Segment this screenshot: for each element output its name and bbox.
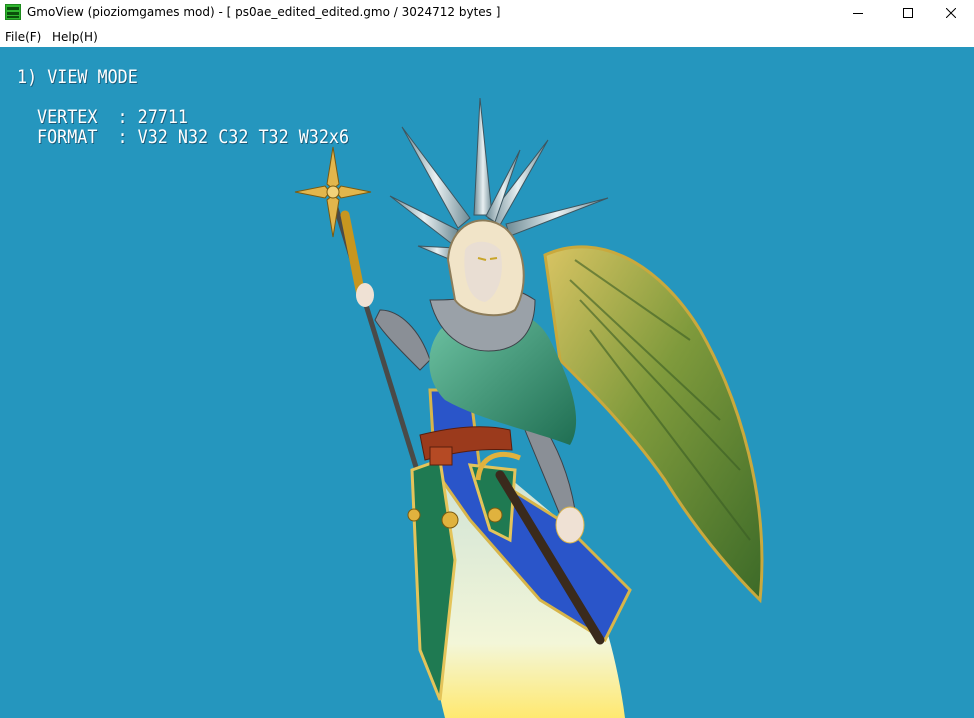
minimize-icon [853,13,863,14]
close-button[interactable] [928,0,974,26]
3d-viewport[interactable]: 1) VIEW MODE VERTEX : 27711 FORMAT : V32… [0,47,974,718]
menu-file[interactable]: File(F) [5,30,41,44]
app-icon [5,4,21,20]
minimize-button[interactable] [835,0,881,26]
close-icon [946,8,956,18]
menu-bar: File(F) Help(H) [0,26,974,47]
window-title: GmoView (pioziomgames mod) - [ ps0ae_edi… [27,5,501,19]
angel-model-render [294,97,764,718]
menu-help[interactable]: Help(H) [52,30,98,44]
maximize-icon [903,8,913,18]
maximize-button[interactable] [885,0,931,26]
title-bar[interactable]: GmoView (pioziomgames mod) - [ ps0ae_edi… [0,0,974,26]
